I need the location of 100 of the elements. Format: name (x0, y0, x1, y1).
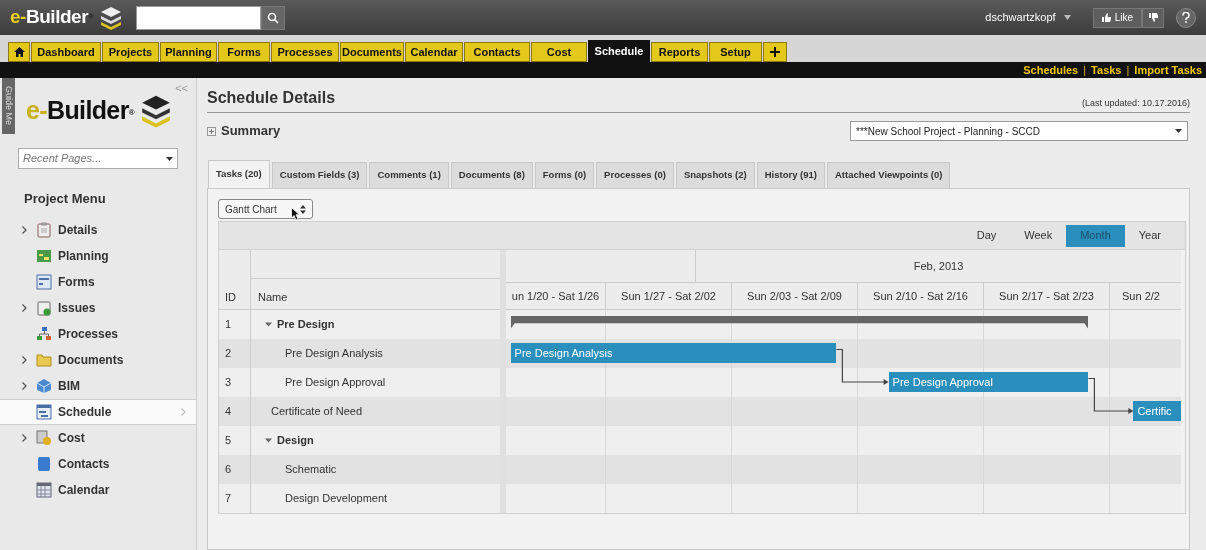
expand-caret-icon[interactable] (265, 437, 272, 444)
add-tab-button[interactable] (763, 42, 787, 62)
separator: | (1126, 62, 1130, 78)
tab[interactable]: History (91) (756, 162, 825, 188)
thumbs-up-icon (1101, 13, 1111, 22)
caret-icon (1175, 129, 1182, 133)
scale-button[interactable]: Year (1124, 224, 1175, 247)
tab[interactable]: Tasks (20) (208, 160, 270, 188)
tab[interactable]: Snapshots (2) (675, 162, 755, 188)
hierarchy-icon (36, 325, 52, 342)
tab[interactable]: Forms (0) (534, 162, 595, 188)
table-cell-text: Pre Design (277, 317, 335, 333)
logo-text: e-Builder$^{®}$ (26, 95, 134, 126)
table-cell-text: Design Development (285, 491, 388, 507)
help-button[interactable] (1176, 7, 1196, 28)
view-dropdown[interactable]: Gantt Chart (218, 199, 313, 219)
like-button[interactable]: Like (1092, 7, 1142, 28)
column-header: Name (258, 289, 288, 305)
folder-icon (36, 351, 52, 368)
sidebar-item[interactable]: Details (0, 216, 196, 243)
sidebar-item[interactable]: Forms (0, 268, 196, 295)
clipboard-icon (36, 221, 52, 238)
separator: | (1083, 62, 1087, 78)
table-cell-text: Certificate of Need (271, 404, 363, 420)
search-button[interactable] (260, 5, 285, 30)
tab[interactable]: Comments (1) (369, 162, 449, 188)
scale-button[interactable]: Day (962, 224, 1011, 247)
week-header: un 1/20 - Sat 1/26 (511, 288, 600, 304)
week-header: Sun 2/2 (1122, 288, 1160, 304)
nav-tab[interactable]: Reports (651, 42, 708, 62)
nav-tab[interactable]: Forms (218, 42, 270, 62)
project-dropdown[interactable]: ***New School Project - Planning - SCCD (850, 121, 1188, 141)
task-bar[interactable]: Pre Design Approval (888, 372, 1089, 392)
cursor-icon (291, 207, 301, 221)
sidebar-item[interactable]: Issues (0, 294, 196, 321)
sidebar-item[interactable]: Schedule (0, 398, 196, 425)
question-icon (1182, 12, 1190, 23)
home-tab[interactable] (8, 42, 30, 62)
tab[interactable]: Custom Fields (3) (271, 162, 368, 188)
nav-tab[interactable]: Contacts (464, 42, 530, 62)
week-header: Sun 2/10 - Sat 2/16 (873, 288, 968, 304)
nav-tab[interactable]: Projects (102, 42, 159, 62)
month-header: Feb, 2013 (913, 258, 964, 274)
thumbs-down-icon (1148, 13, 1158, 22)
user-menu[interactable]: dschwartzkopf (985, 9, 1071, 26)
guide-me-tab[interactable]: Guide Me (2, 78, 15, 134)
column-header: ID (225, 289, 236, 305)
expand-icon (207, 126, 216, 136)
table-cell-text: Pre Design Approval (285, 375, 386, 391)
sidebar-item[interactable]: Planning (0, 242, 196, 269)
task-bar[interactable]: Certific (1133, 401, 1181, 421)
tab[interactable]: Processes (0) (596, 162, 674, 188)
caret-icon (1063, 15, 1071, 20)
cube-icon (36, 377, 52, 394)
summary-toggle[interactable]: Summary (207, 121, 281, 141)
clipboard-check-icon (36, 299, 52, 316)
week-header: Sun 2/17 - Sat 2/23 (999, 288, 1094, 304)
sidebar-item[interactable]: Calendar (0, 476, 196, 503)
week-header: Sun 1/27 - Sat 2/02 (621, 288, 716, 304)
caret-icon (166, 156, 173, 161)
menu-title: Project Menu (24, 190, 107, 208)
scale-button[interactable]: Week (1010, 224, 1067, 247)
nav-tab[interactable]: Cost (531, 42, 587, 62)
nav-tab[interactable]: Documents (340, 42, 404, 62)
nav-tab[interactable]: Dashboard (31, 42, 101, 62)
nav-tab[interactable]: Schedule (588, 40, 650, 62)
logo-text: e-Builder$^{®}$ (10, 5, 94, 30)
recent-pages-dropdown[interactable]: Recent Pages... (18, 148, 178, 169)
sub-nav-link[interactable]: Import Tasks (1134, 61, 1202, 79)
nav-tab[interactable]: Processes (271, 42, 339, 62)
sidebar-item[interactable]: Cost (0, 424, 196, 451)
table-cell-text: 3 (225, 375, 232, 391)
table-cell-text: Pre Design Analysis (285, 346, 383, 362)
nav-tab[interactable]: Setup (709, 42, 762, 62)
sub-nav-link[interactable]: Schedules (1023, 61, 1079, 79)
task-bar[interactable]: Pre Design Analysis (510, 343, 837, 363)
dislike-button[interactable] (1142, 7, 1164, 28)
page-title: Schedule Details (207, 88, 336, 108)
table-cell-text: Schematic (285, 462, 337, 478)
coins-icon (36, 429, 52, 446)
tab[interactable]: Attached Viewpoints (0) (826, 162, 951, 188)
table-cell-text: 7 (225, 491, 232, 507)
nav-tab[interactable]: Calendar (405, 42, 463, 62)
nav-tab[interactable]: Planning (160, 42, 217, 62)
expand-caret-icon[interactable] (265, 321, 272, 328)
plus-icon (770, 47, 780, 57)
table-cell-text: 6 (225, 462, 232, 478)
sidebar-item[interactable]: BIM (0, 372, 196, 399)
sidebar-item[interactable]: Processes (0, 320, 196, 347)
chart-icon (36, 247, 52, 264)
tab[interactable]: Documents (8) (450, 162, 533, 188)
sub-nav-link[interactable]: Tasks (1091, 61, 1122, 79)
sidebar-item[interactable]: Documents (0, 346, 196, 373)
search-icon (266, 11, 279, 24)
home-icon (13, 47, 25, 57)
search-field[interactable] (135, 5, 261, 30)
week-header: Sun 2/03 - Sat 2/09 (747, 288, 842, 304)
table-cell-text: 1 (225, 317, 232, 333)
sidebar-item[interactable]: Contacts (0, 450, 196, 477)
address-book-icon (36, 455, 52, 472)
